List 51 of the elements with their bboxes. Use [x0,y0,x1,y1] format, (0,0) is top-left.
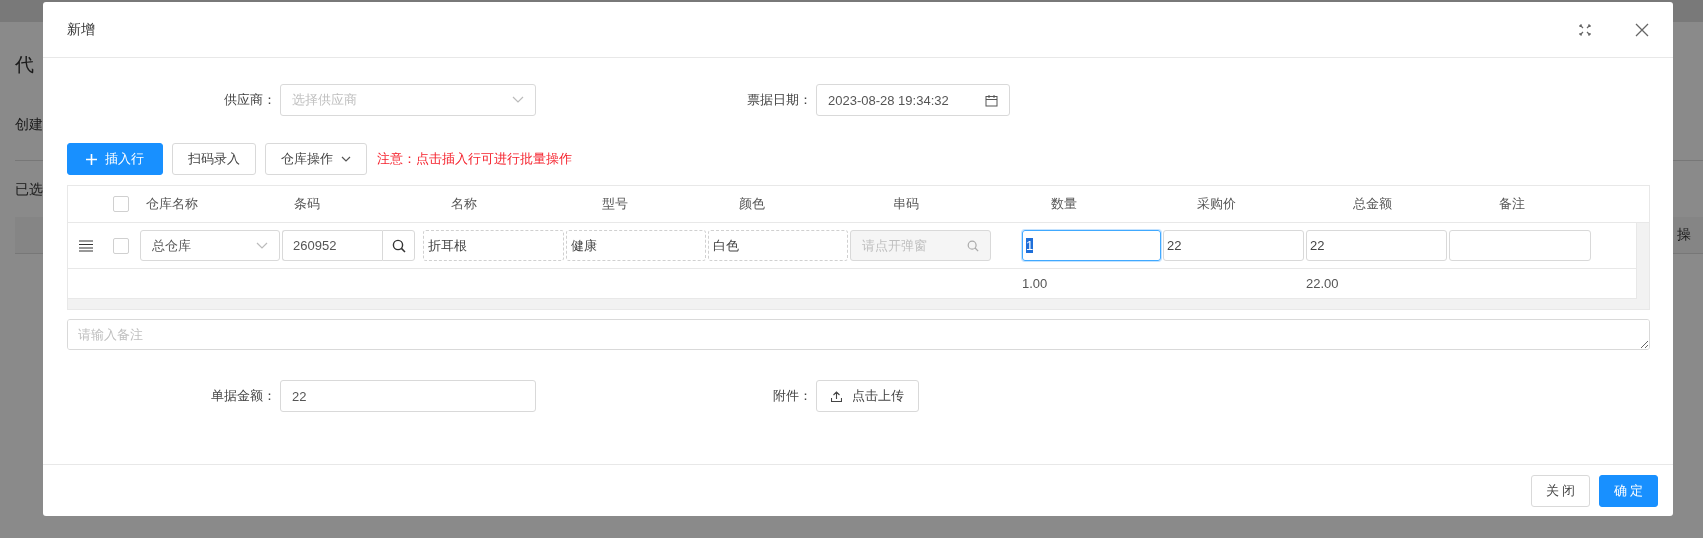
chevron-down-icon [256,241,268,250]
search-icon [391,238,406,253]
chevron-down-icon [341,156,351,162]
calendar-icon [985,93,998,107]
column-header: 名称 [450,195,478,213]
dialog-title: 新增 [67,20,96,39]
toolbar-button[interactable]: 仓库操作 [265,143,367,175]
close-icon[interactable] [1635,22,1649,37]
column-header: 备注 [1498,195,1526,213]
field-label: 供应商： [223,91,277,109]
model-field: 健康 [566,230,706,261]
amount-total: 22.00 [1306,276,1340,291]
column-header: 串码 [892,195,920,213]
page-label: 已选 [15,181,43,199]
fullscreen-icon[interactable] [1579,23,1591,36]
quantity-total: 1.00 [1022,276,1049,291]
name-field: 折耳根 [423,230,564,261]
column-header: 操 [1677,226,1691,244]
color-field: 白色 [708,230,848,261]
plus-icon [86,153,97,165]
remark-textarea[interactable]: 请输入备注 [67,319,1650,350]
page-label: 创建 [15,116,43,134]
amount-field[interactable]: 22 [280,380,536,412]
remark-field[interactable] [1449,230,1591,261]
checkbox[interactable] [113,196,129,212]
upload-button[interactable]: 点击上传 [816,380,919,412]
date-field[interactable]: 2023-08-28 19:34:32 [816,84,1010,116]
drag-handle-icon[interactable] [79,239,93,252]
column-header: 数量 [1050,195,1078,213]
search-button[interactable] [382,230,415,261]
field-label: 票据日期： [746,91,813,109]
price-field[interactable]: 22 [1163,230,1304,261]
page-title: 代 [15,53,34,77]
warehouse-select[interactable]: 总仓库 [140,230,280,261]
field-label: 附件： [772,387,813,405]
toolbar-button[interactable]: 扫码录入 [172,143,256,175]
upload-icon [831,390,842,402]
quantity-field[interactable]: 1 [1022,230,1161,261]
search-icon[interactable] [967,239,979,252]
column-header: 颜色 [738,195,766,213]
column-header: 型号 [601,195,629,213]
chevron-down-icon [512,96,524,104]
checkbox[interactable] [113,237,129,254]
column-header: 仓库名称 [145,195,199,213]
notice-text: 注意：点击插入行可进行批量操作 [377,150,572,168]
column-header: 总金额 [1352,195,1393,213]
field-label: 单据金额： [210,387,277,405]
total-field[interactable]: 22 [1306,230,1447,261]
column-header: 采购价 [1196,195,1237,213]
column-header: 条码 [293,195,321,213]
footer-button[interactable]: 关 闭 [1531,474,1590,507]
